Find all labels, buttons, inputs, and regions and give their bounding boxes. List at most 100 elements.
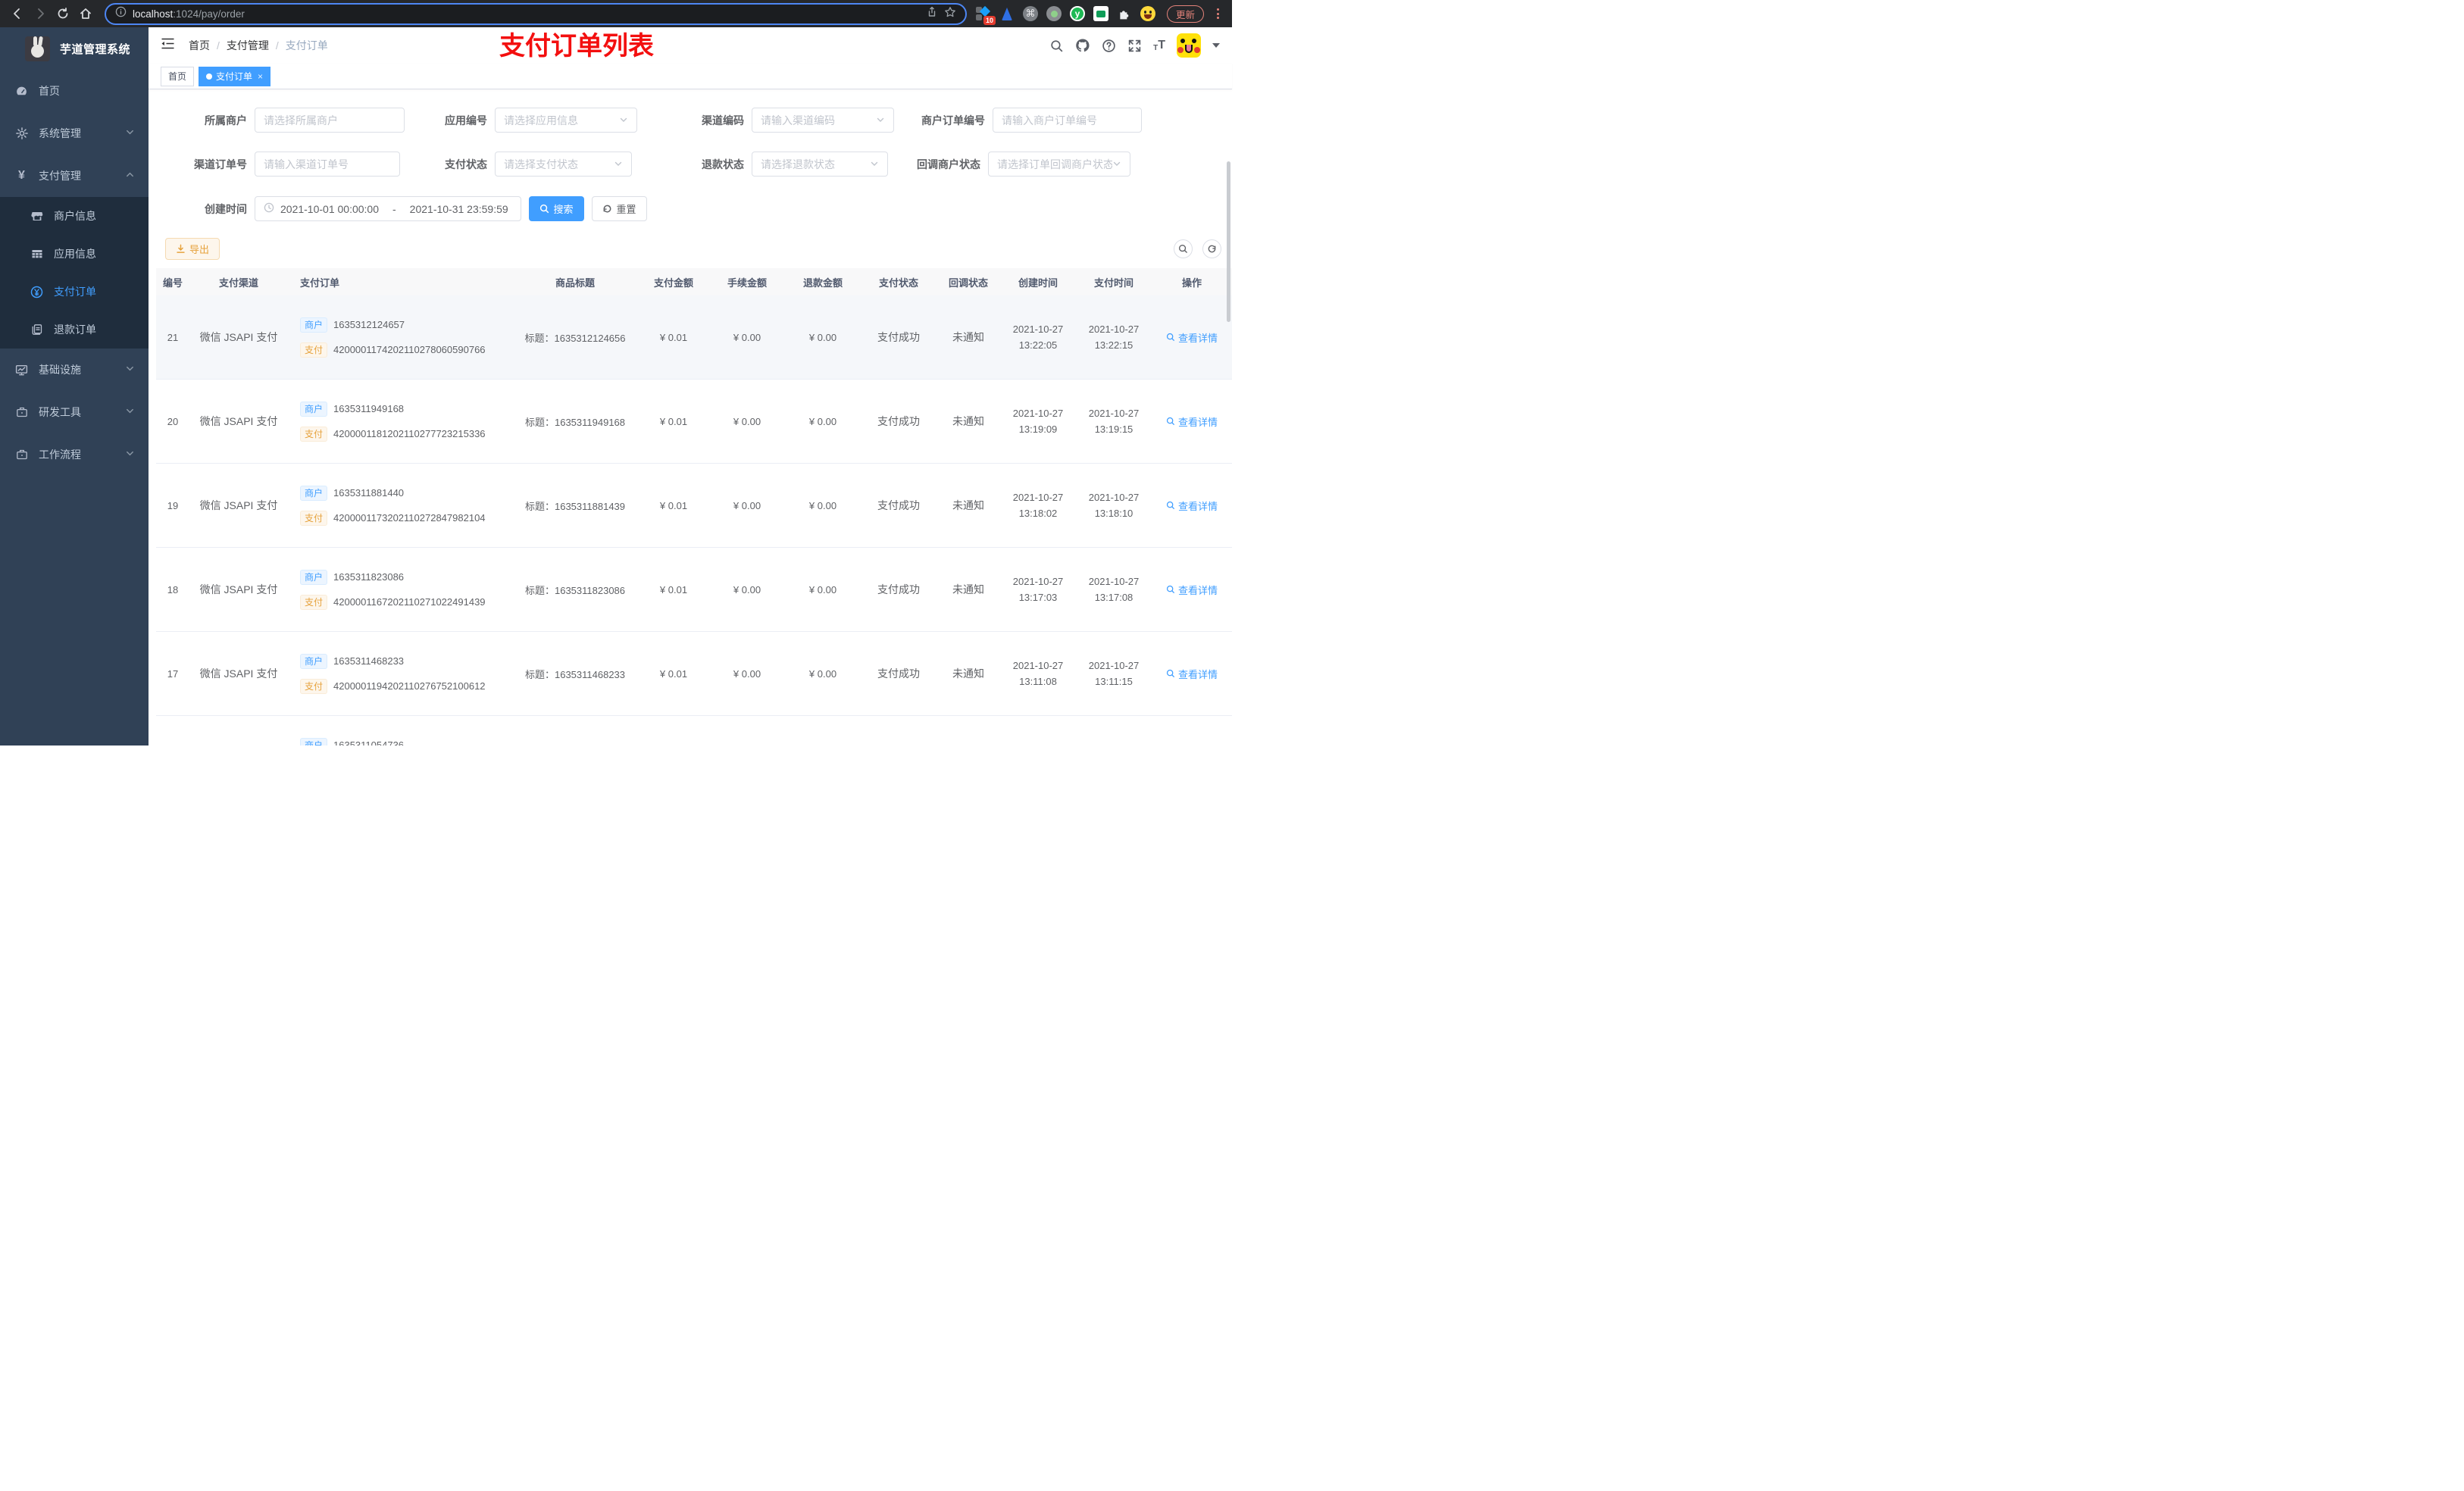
cell-id: 21	[167, 331, 179, 343]
chevron-down-icon	[614, 158, 623, 170]
table-row[interactable]: 19 微信 JSAPI 支付 商户 1635311881440 支付 4200001…	[156, 464, 1232, 548]
reload-button[interactable]	[52, 2, 74, 25]
view-detail-link[interactable]: 查看详情	[1166, 667, 1218, 681]
merchant-tag-badge: 商户	[300, 737, 328, 746]
sidebar-item-5[interactable]: 支付订单	[0, 273, 149, 311]
forward-button[interactable]	[29, 2, 52, 25]
breadcrumb-home[interactable]: 首页	[189, 38, 210, 53]
channel-code-select[interactable]: 请输入渠道编码	[752, 108, 894, 133]
tag-pay-order[interactable]: 支付订单 ×	[199, 66, 271, 86]
sidebar-item-7[interactable]: 基础设施	[0, 349, 149, 391]
merchant-tag-badge: 商户	[300, 485, 328, 501]
search-icon[interactable]	[1049, 39, 1064, 53]
site-info-icon[interactable]	[115, 6, 127, 21]
address-bar[interactable]: localhost :1024/pay/order	[105, 2, 967, 25]
cell-refund-amount: ¥ 0.00	[808, 583, 837, 595]
password-extension-icon[interactable]: 10	[976, 5, 996, 25]
sidebar-item-6[interactable]: 退款订单	[0, 311, 149, 349]
pay-status-select[interactable]: 请选择支付状态	[495, 152, 632, 177]
sidebar-item-8[interactable]: 研发工具	[0, 391, 149, 433]
cell-refund-amount: ¥ 0.00	[808, 331, 837, 343]
vpn-extension-icon[interactable]	[999, 6, 1015, 21]
table-header-row: 编号 支付渠道 支付订单 商品标题 支付金额 手续金额 退款金额 支付状态 回调状态 创建时间 支付…	[156, 268, 1232, 295]
table-row[interactable]: 21 微信 JSAPI 支付 商户 1635312124657 支付 4200001…	[156, 295, 1232, 380]
help-icon[interactable]	[1102, 39, 1116, 53]
avatar[interactable]	[1177, 33, 1201, 58]
cell-create-time: 2021-10-27 13:19:09	[1012, 407, 1064, 435]
column-header-2: 支付订单	[300, 277, 340, 289]
font-size-icon[interactable]: TT	[1153, 39, 1165, 52]
cell-pay-channel: 微信 JSAPI 支付	[199, 583, 278, 595]
cell-create-time: 2021-10-27 13:11:08	[1012, 659, 1064, 687]
merchant-order-no-input[interactable]: 请输入商户订单编号	[993, 108, 1142, 133]
cell-product-title: 标题：1635311468233	[524, 668, 626, 680]
app-logo[interactable]: 芋道管理系统	[0, 27, 149, 70]
search-button[interactable]: 搜索	[529, 196, 584, 221]
column-header-8: 回调状态	[948, 277, 988, 289]
export-button[interactable]: 导出	[165, 238, 220, 260]
page-scrollbar[interactable]	[1227, 161, 1230, 322]
sidebar-item-9[interactable]: 工作流程	[0, 433, 149, 476]
caret-down-icon[interactable]	[1212, 43, 1220, 48]
chevron-down-icon	[125, 364, 135, 376]
github-icon[interactable]	[1075, 38, 1090, 53]
refresh-table-button[interactable]	[1202, 239, 1221, 258]
sidebar-item-0[interactable]: 首页	[0, 70, 149, 112]
cell-notify-status: 未通知	[952, 583, 984, 595]
breadcrumb-pay-manage[interactable]: 支付管理	[227, 38, 269, 53]
merchant-order-number: 1635311468233	[333, 655, 405, 667]
tag-close-icon[interactable]: ×	[258, 71, 263, 82]
view-detail-link[interactable]: 查看详情	[1166, 330, 1218, 345]
sidebar-item-4[interactable]: 应用信息	[0, 235, 149, 273]
cell-create-time: 2021-10-27 13:18:02	[1012, 491, 1064, 519]
fullscreen-icon[interactable]	[1127, 39, 1142, 53]
cell-pay-order: 商户 1635311949168 支付 4200001181202110277723…	[288, 401, 512, 442]
show-search-toggle-button[interactable]	[1174, 239, 1193, 258]
browser-menu-icon[interactable]	[1217, 8, 1220, 19]
home-button[interactable]	[74, 2, 97, 25]
merchant-order-number: 1635312124657	[333, 319, 405, 330]
table-row[interactable]: 17 微信 JSAPI 支付 商户 1635311468233 支付 4200001…	[156, 632, 1232, 716]
back-button[interactable]	[6, 2, 29, 25]
channel-order-no-input[interactable]: 请输入渠道订单号	[255, 152, 400, 177]
refund-status-select[interactable]: 请选择退款状态	[752, 152, 888, 177]
column-header-5: 手续金额	[727, 277, 767, 289]
cell-pay-channel: 微信 JSAPI 支付	[199, 415, 278, 427]
chat-extension-icon[interactable]	[1093, 6, 1108, 21]
merchant-select[interactable]: 请选择所属商户	[255, 108, 405, 133]
extensions-puzzle-icon[interactable]	[1117, 6, 1132, 21]
cell-product-title: 标题：1635311949168	[524, 416, 626, 428]
sidebar-item-1[interactable]: 系统管理	[0, 112, 149, 155]
browser-update-button[interactable]: 更新	[1167, 5, 1205, 23]
emoji-profile-icon[interactable]	[1140, 6, 1155, 21]
app-title: 芋道管理系统	[60, 42, 131, 56]
table-row[interactable]: 商户1635311054736 支付	[156, 716, 1232, 746]
cell-pay-time: 2021-10-27 13:11:15	[1088, 659, 1140, 687]
status-extension-icon[interactable]	[1046, 6, 1062, 21]
tag-home[interactable]: 首页	[161, 66, 195, 86]
view-detail-link[interactable]: 查看详情	[1166, 499, 1218, 513]
sidebar-item-3[interactable]: 商户信息	[0, 197, 149, 235]
sidebar-submenu: 商户信息 应用信息 支付订单 退款订单	[0, 197, 149, 349]
shortcut-extension-icon[interactable]: ⌘	[1023, 6, 1038, 21]
notify-status-select[interactable]: 请选择订单回调商户状态	[988, 152, 1130, 177]
cell-actions: 查看详情	[1152, 414, 1232, 429]
cell-pay-status: 支付成功	[877, 667, 920, 680]
view-detail-link[interactable]: 查看详情	[1166, 583, 1218, 597]
cell-pay-order: 商户 1635311468233 支付 4200001194202110276752…	[288, 653, 512, 694]
sidebar-item-label: 支付管理	[39, 170, 81, 182]
table-row[interactable]: 20 微信 JSAPI 支付 商户 1635311949168 支付 4200001…	[156, 380, 1232, 464]
y-extension-icon[interactable]: y	[1070, 6, 1085, 21]
sidebar-item-2[interactable]: ¥ 支付管理	[0, 155, 149, 197]
table-row[interactable]: 18 微信 JSAPI 支付 商户 1635311823086 支付 4200001…	[156, 548, 1232, 632]
app-select[interactable]: 请选择应用信息	[495, 108, 637, 133]
merchant-order-number: 1635311054736	[333, 739, 405, 746]
bookmark-star-icon[interactable]	[944, 6, 956, 22]
cell-notify-status: 未通知	[952, 415, 984, 427]
pay-tag-badge: 支付	[300, 426, 328, 442]
reset-button[interactable]: 重置	[592, 196, 647, 221]
date-range-input[interactable]: 2021-10-01 00:00:00 - 2021-10-31 23:59:5…	[255, 196, 521, 221]
sidebar-toggle-icon[interactable]	[161, 37, 175, 54]
view-detail-link[interactable]: 查看详情	[1166, 414, 1218, 429]
share-icon[interactable]	[926, 6, 938, 22]
